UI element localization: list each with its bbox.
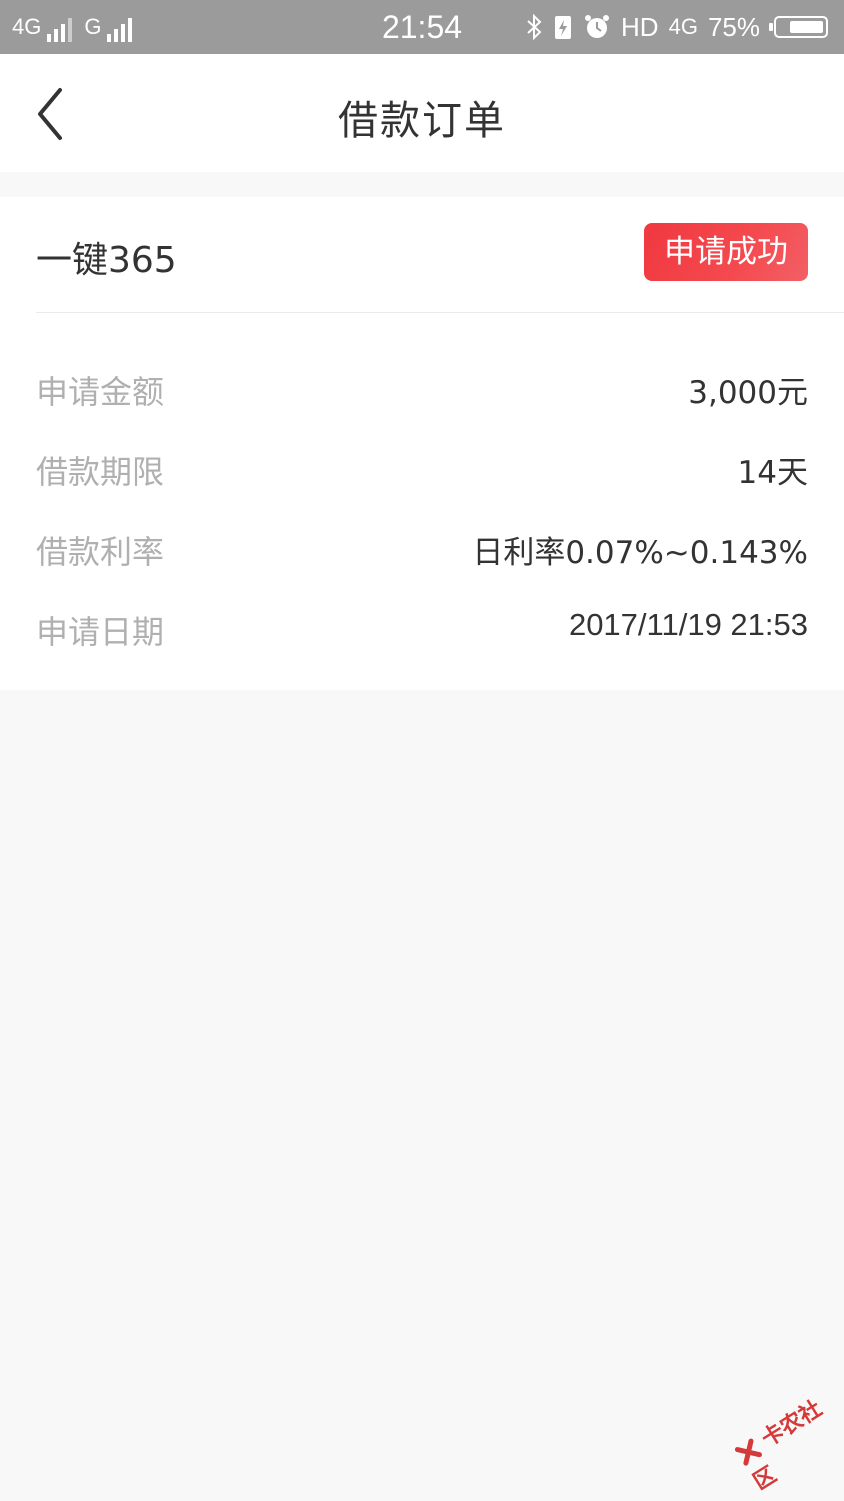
status-badge: 申请成功 [644,223,808,281]
detail-label: 借款期限 [36,453,165,491]
bluetooth-icon [527,13,542,41]
detail-value: 3,000元 [688,375,808,411]
watermark: 卡农社区 [729,1389,844,1501]
nav-bar: 借款订单 [0,54,844,172]
alarm-icon [585,15,610,38]
page-title: 借款订单 [338,98,506,144]
order-card[interactable]: 一键365 申请成功 申请金额 3,000元 借款期限 14天 借款利率 日利率… [0,197,844,690]
battery-level [790,21,823,33]
divider [36,312,844,313]
product-name: 一键365 [36,240,177,281]
status-icons: HD 4G 75% [525,8,828,46]
detail-row-date: 申请日期 2017/11/19 21:53 [36,597,808,657]
battery-saver-icon [555,16,572,39]
watermark-logo-icon [734,1438,762,1466]
status-bar: 4G G 21:54 HD 4G 75% [0,0,844,54]
watermark-text: 卡农社区 [749,1396,827,1496]
detail-value: 2017/11/19 21:53 [568,607,808,642]
detail-label: 借款利率 [36,533,165,571]
hd-label: HD [621,11,659,42]
detail-value: 日利率0.07%~0.143% [472,535,808,571]
detail-row-amount: 申请金额 3,000元 [36,357,808,417]
detail-label: 申请日期 [36,613,165,651]
lte-label: 4G [668,14,698,39]
detail-label: 申请金额 [36,373,165,411]
battery-icon [769,16,828,38]
order-card-header: 一键365 申请成功 [0,197,844,312]
detail-row-rate: 借款利率 日利率0.07%~0.143% [36,517,808,577]
detail-row-term: 借款期限 14天 [36,437,808,497]
detail-value: 14天 [737,455,808,491]
battery-percent: 75% [707,11,760,42]
